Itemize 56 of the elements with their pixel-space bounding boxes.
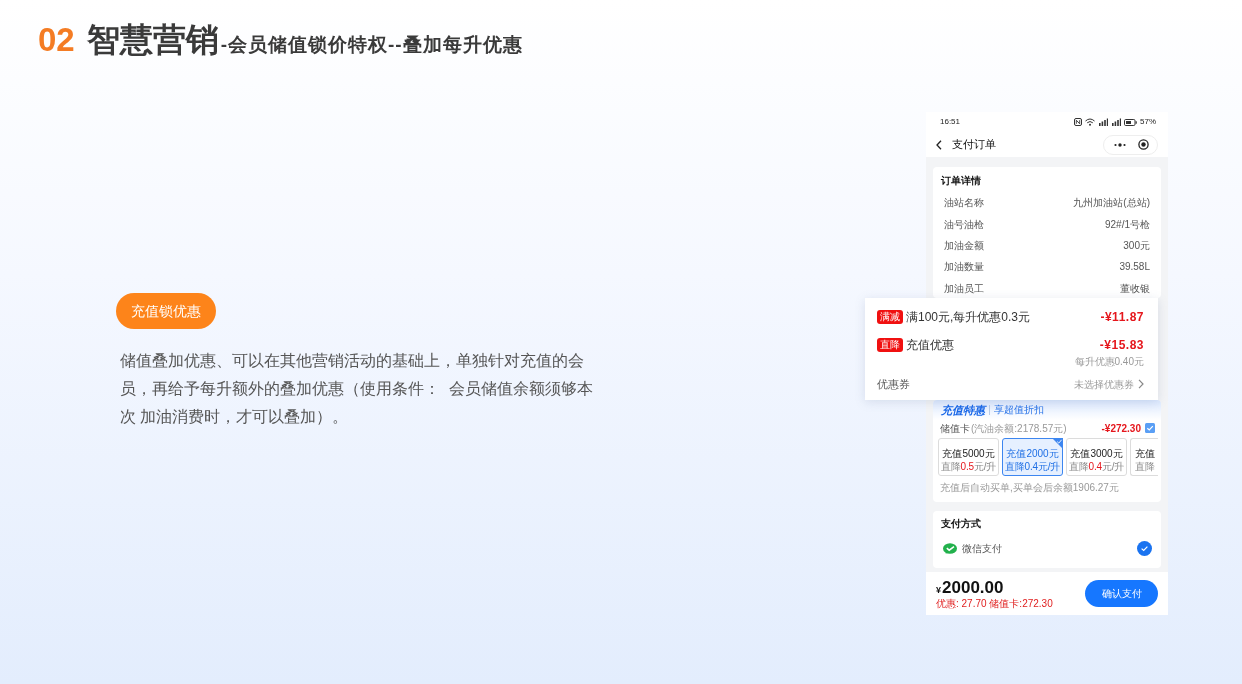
- close-icon[interactable]: [1138, 139, 1149, 150]
- recharge-slogan: 享超值折扣: [989, 405, 1044, 415]
- discount-text: 满100元,每升优惠0.3元: [906, 309, 1031, 326]
- coupon-label: 优惠券: [877, 376, 910, 392]
- signal-icon: [1098, 118, 1108, 126]
- field-value: 董收银: [1120, 281, 1150, 296]
- recharge-option[interactable]: 充值2000元 直降0.4元/升: [1002, 438, 1063, 476]
- total-amount: 2000.00: [942, 577, 1004, 598]
- field-value: 92#/1号枪: [1104, 217, 1150, 232]
- field-label: 加油员工: [944, 281, 984, 296]
- field-label: 加油数量: [944, 260, 984, 275]
- currency-symbol: ¥: [936, 583, 941, 597]
- page-subtitle: -会员储值锁价特权--叠加每升优惠: [220, 33, 523, 57]
- field-label: 油号油枪: [944, 217, 984, 232]
- field-value: 九州加油站(总站): [1073, 196, 1150, 211]
- stored-card-label: 储值卡: [940, 421, 970, 436]
- discount-amount: -¥11.87: [1100, 309, 1144, 326]
- page-title: 智慧营销: [86, 20, 219, 60]
- recharge-note: 充值后自动买单,买单会后余额1906.27元: [939, 481, 1120, 495]
- section-number: 02: [38, 20, 75, 60]
- recharge-option[interactable]: 充值5000元 直降0.5元/升: [938, 438, 999, 476]
- recharge-brand: 充值特惠: [941, 402, 985, 418]
- wechat-pay-icon: [943, 542, 958, 555]
- screen-title: 支付订单: [952, 137, 996, 153]
- battery-percentage: 57%: [1140, 116, 1156, 128]
- discount-text: 充值优惠: [906, 337, 954, 354]
- checkbox[interactable]: [1145, 423, 1155, 433]
- discount-badge: 直降: [877, 338, 903, 352]
- corner-check-icon: [1052, 438, 1063, 449]
- payment-method-name: 微信支付: [962, 542, 1002, 556]
- battery-icon: [1124, 118, 1137, 126]
- stored-card-balance: (汽油余额:2178.57元): [971, 421, 1067, 436]
- payment-summary: 优惠: 27.70 储值卡:272.30: [936, 597, 1053, 610]
- field-value: 300元: [1123, 238, 1150, 253]
- discount-note: 每升优惠0.40元: [1074, 356, 1144, 367]
- back-icon[interactable]: [936, 139, 942, 150]
- feature-tag: 充值锁优惠: [116, 293, 216, 329]
- chevron-right-icon[interactable]: [1138, 379, 1144, 389]
- radio-button[interactable]: [1137, 541, 1152, 556]
- more-icon[interactable]: [1114, 142, 1126, 147]
- status-time: 16:51: [940, 116, 961, 128]
- recharge-option[interactable]: 充值3000元 直降0.4元/升: [1066, 438, 1127, 476]
- recharge-option[interactable]: 充值 直降: [1130, 438, 1158, 476]
- field-value: 39.58L: [1119, 260, 1150, 275]
- stored-card-amount: -¥272.30: [1101, 421, 1141, 436]
- wifi-icon: [1085, 118, 1095, 126]
- status-icon: [1074, 118, 1082, 126]
- discount-badge: 满减: [877, 310, 903, 324]
- signal-icon: [1111, 118, 1121, 126]
- field-label: 油站名称: [944, 196, 984, 211]
- feature-description: 储值叠加优惠、可以在其他营销活动的基础上，单独针对充值的会员，再给予每升额外的叠加优惠（使用条件： 会员储值余额须够本次 加油消费时，才可以叠加）。: [120, 351, 594, 427]
- card-title: 支付方式: [941, 517, 982, 531]
- field-label: 加油金额: [944, 238, 984, 253]
- card-title: 订单详情: [941, 174, 982, 188]
- confirm-pay-button[interactable]: 确认支付: [1085, 580, 1158, 607]
- discount-amount: -¥15.83: [1099, 337, 1144, 354]
